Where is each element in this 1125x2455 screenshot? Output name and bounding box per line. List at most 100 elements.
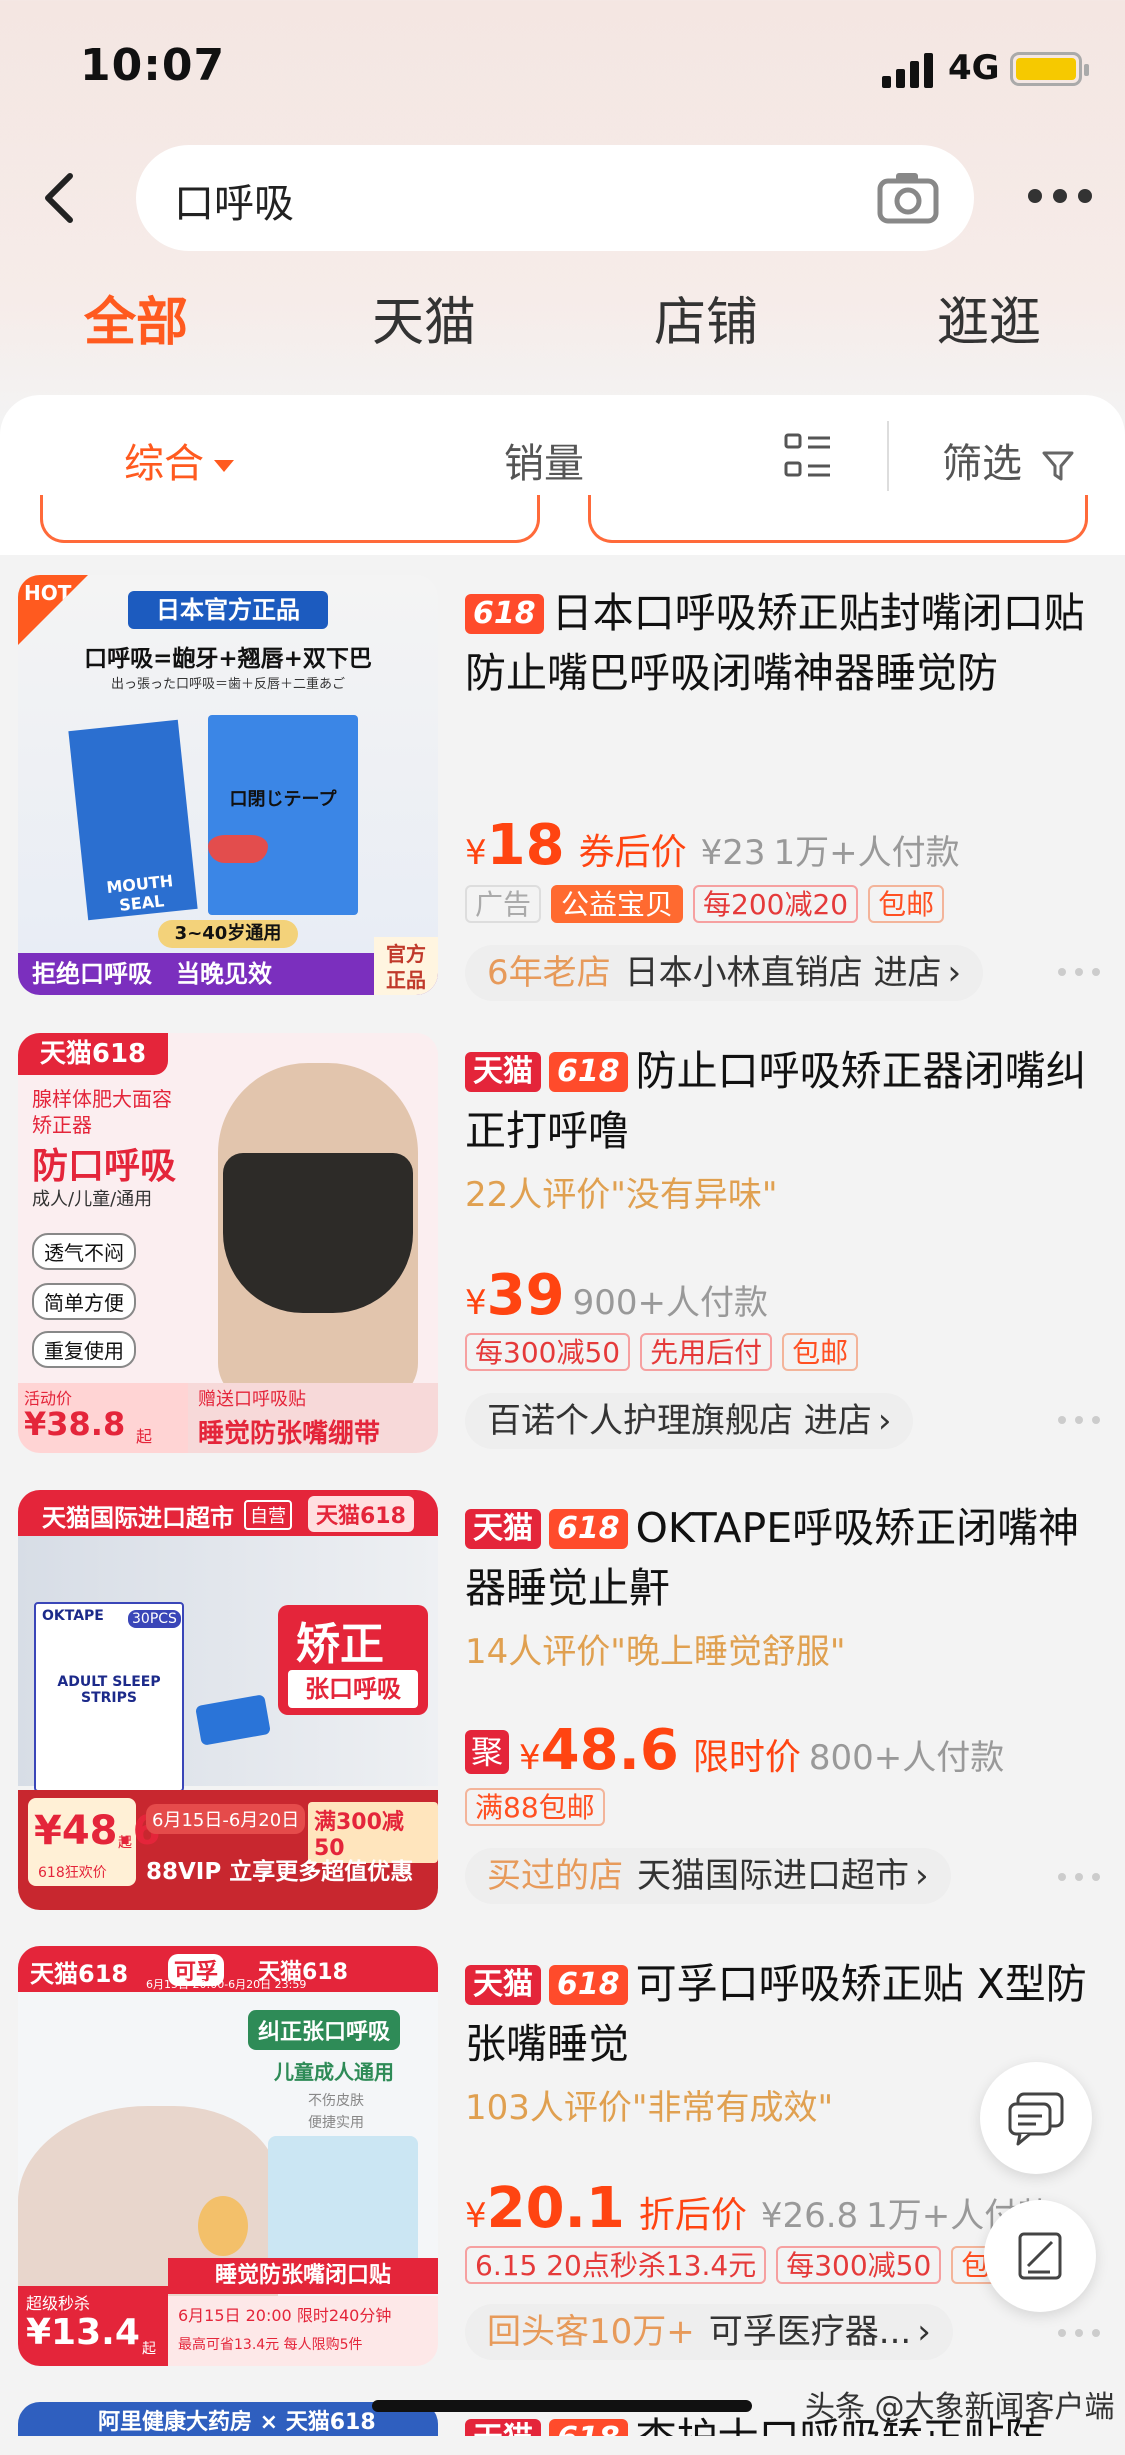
gift-label: 赠送口呼吸贴	[198, 1389, 306, 1410]
divider	[887, 421, 889, 491]
product-card[interactable]: 天猫618 腺样体肥大面容 矫正器 防口呼吸 成人/儿童/通用 透气不闷 简单方…	[0, 1033, 1125, 1483]
feedback-button[interactable]	[984, 2200, 1096, 2312]
self-run-badge: 自营	[244, 1500, 292, 1530]
badge-618: 618	[549, 1965, 628, 2005]
shop-name: 百诺个人护理旗舰店 进店	[487, 1401, 872, 1441]
badge-618: 618	[465, 594, 544, 634]
discount-tag: 每200减20	[693, 885, 859, 923]
filter-chip[interactable]	[588, 495, 1088, 543]
product-card[interactable]: 天猫国际进口超市 自营 天猫618 ADULT SLEEP STRIPS OKT…	[0, 1490, 1125, 1940]
sold-count: 900+人付款	[572, 1283, 768, 1323]
tab-all[interactable]: 全部	[84, 280, 188, 355]
thumb-banner: 天猫国际进口超市	[42, 1504, 234, 1532]
flash-label: 超级秒杀	[26, 2294, 91, 2313]
free-shipping-tag: 包邮	[868, 885, 945, 923]
tab-browse[interactable]: 逛逛	[937, 280, 1041, 355]
product-title[interactable]: 天猫 618 可孚口呼吸矫正贴 X型防张嘴睡觉	[465, 1954, 1105, 2074]
price: 39	[486, 1263, 565, 1328]
price-row: ¥18 券后价 ¥23 1万+人付款	[465, 813, 960, 878]
thumb-banner: 天猫618	[18, 1033, 168, 1075]
product-image[interactable]: 天猫618 可孚 天猫618 6月15日 20:00-6月20日 23:59 纠…	[18, 1946, 438, 2366]
tab-shops[interactable]: 店铺	[654, 280, 758, 355]
thumb-banner: 天猫618	[30, 1960, 129, 1988]
free-shipping-tag: 满88包邮	[465, 1788, 605, 1826]
search-input[interactable]: 口呼吸	[174, 171, 294, 229]
product-image[interactable]: 天猫国际进口超市 自营 天猫618 ADULT SLEEP STRIPS OKT…	[18, 1490, 438, 1910]
search-box[interactable]: 口呼吸	[136, 145, 974, 251]
thumb-subline: 腺样体肥大面容	[32, 1087, 172, 1111]
product-image[interactable]: 天猫618 腺样体肥大面容 矫正器 防口呼吸 成人/儿童/通用 透气不闷 简单方…	[18, 1033, 438, 1453]
thumb-subline: 出っ張った口呼吸＝歯＋反唇＋二重あご	[110, 677, 345, 692]
promo-unit: 起	[136, 1427, 153, 1446]
product-info: 天猫 618 OKTAPE呼吸矫正闭嘴神器睡觉止鼾 14人评价"晚上睡觉舒服" 聚 ¥…	[465, 1498, 1105, 1904]
price-note: 券后价	[578, 832, 687, 873]
product-title[interactable]: 天猫 618 OKTAPE呼吸矫正闭嘴神器睡觉止鼾	[465, 1498, 1105, 1618]
ad-tag: 广告	[465, 885, 542, 923]
shop-link[interactable]: 回头客10万+ 可孚医疗器... ›	[465, 2304, 953, 2360]
filter-chip[interactable]	[40, 495, 540, 543]
badge-618: 618	[549, 1509, 628, 1549]
currency-symbol: ¥	[465, 833, 487, 873]
chat-icon	[1008, 2092, 1064, 2146]
home-indicator[interactable]	[372, 2400, 752, 2412]
promo-price: ¥38.8	[24, 1405, 126, 1443]
sort-comprehensive-label: 综合	[124, 441, 204, 487]
network-type: 4G	[948, 48, 1000, 88]
product-card[interactable]: HOT 日本官方正品 口呼吸=龅牙+翘唇+双下巴 出っ張った口呼吸＝歯＋反唇＋二…	[0, 575, 1125, 1025]
product-box-right: 口閉じテープ	[208, 715, 358, 915]
shop-link[interactable]: 买过的店 天猫国际进口超市 ›	[465, 1848, 951, 1904]
thumb-banner: 阿里健康大药房 × 天猫618	[98, 2410, 376, 2435]
charity-tag: 公益宝贝	[551, 885, 684, 923]
thumb-headline: 防口呼吸	[32, 1146, 177, 1187]
shop-link[interactable]: 百诺个人护理旗舰店 进店 ›	[465, 1393, 914, 1449]
thumb-label-main: 纠正张口呼吸	[248, 2010, 401, 2050]
badge-tmall: 天猫	[465, 1509, 541, 1549]
product-info: 618 日本口呼吸矫正贴封嘴闭口贴防止嘴巴呼吸闭嘴神器睡觉防 ¥18 券后价 ¥23 1…	[465, 583, 1105, 1001]
lips-icon	[208, 835, 268, 863]
product-pack	[268, 2136, 418, 2266]
filter-button[interactable]: 筛选	[942, 431, 1075, 489]
currency-symbol: ¥	[465, 2196, 487, 2236]
more-options-icon[interactable]	[1057, 967, 1101, 977]
product-title[interactable]: 618 日本口呼吸矫正贴封嘴闭口贴防止嘴巴呼吸闭嘴神器睡觉防	[465, 583, 1105, 703]
promo-price: ¥48.6	[34, 1808, 161, 1854]
thumb-headline: 口呼吸=龅牙+翘唇+双下巴	[84, 646, 372, 672]
old-price: ¥23	[700, 833, 766, 873]
feature-pill: 透气不闷	[32, 1233, 136, 1270]
list-view-icon[interactable]	[784, 433, 832, 479]
chevron-right-icon: ›	[917, 2312, 931, 2352]
tab-tmall[interactable]: 天猫	[372, 280, 476, 355]
count-badge: 30PCS	[128, 1610, 181, 1628]
thumb-banner: 日本官方正品	[128, 591, 328, 629]
shop-link[interactable]: 6年老店 日本小林直销店 进店 ›	[465, 945, 984, 1001]
more-options-icon[interactable]	[1057, 1872, 1101, 1882]
chat-button[interactable]	[980, 2062, 1092, 2174]
chevron-right-icon: ›	[947, 953, 962, 993]
price-note: 折后价	[638, 2195, 747, 2236]
product-card[interactable]: 天猫618 可孚 天猫618 6月15日 20:00-6月20日 23:59 纠…	[0, 1946, 1125, 2396]
feature-pill: 简单方便	[32, 1283, 136, 1320]
shop-prefix: 6年老店	[487, 953, 611, 993]
back-arrow-icon[interactable]	[38, 170, 84, 226]
shop-name: 日本小林直销店 进店	[624, 953, 942, 993]
price: 48.6	[540, 1718, 679, 1783]
filter-label: 筛选	[942, 441, 1022, 487]
mascot-icon	[198, 2196, 248, 2256]
flash-unit: 起	[142, 2341, 156, 2357]
more-options-icon[interactable]	[1057, 1415, 1101, 1425]
price-row: ¥39 900+人付款	[465, 1263, 768, 1328]
more-icon[interactable]	[1025, 185, 1095, 207]
sort-comprehensive[interactable]: 综合	[124, 431, 234, 489]
camera-icon[interactable]	[876, 169, 940, 227]
product-title[interactable]: 天猫 618 防止口呼吸矫正器闭嘴纠正打呼噜	[465, 1041, 1105, 1161]
battery-icon	[1010, 52, 1089, 86]
top-tabs: 全部 天猫 店铺 逛逛	[0, 280, 1125, 360]
sort-sales[interactable]: 销量	[504, 431, 584, 489]
flash-time: 6月15日 20:00 限时240分钟	[178, 2306, 392, 2325]
juhuasuan-badge: 聚	[465, 1730, 509, 1774]
more-options-icon[interactable]	[1057, 2328, 1101, 2338]
shop-prefix: 买过的店	[487, 1856, 623, 1896]
flash-sale-tag: 6.15 20点秒杀13.4元	[465, 2246, 767, 2284]
product-image[interactable]: HOT 日本官方正品 口呼吸=龅牙+翘唇+双下巴 出っ張った口呼吸＝歯＋反唇＋二…	[18, 575, 438, 995]
thumb-sub: 儿童成人通用	[274, 2060, 394, 2084]
